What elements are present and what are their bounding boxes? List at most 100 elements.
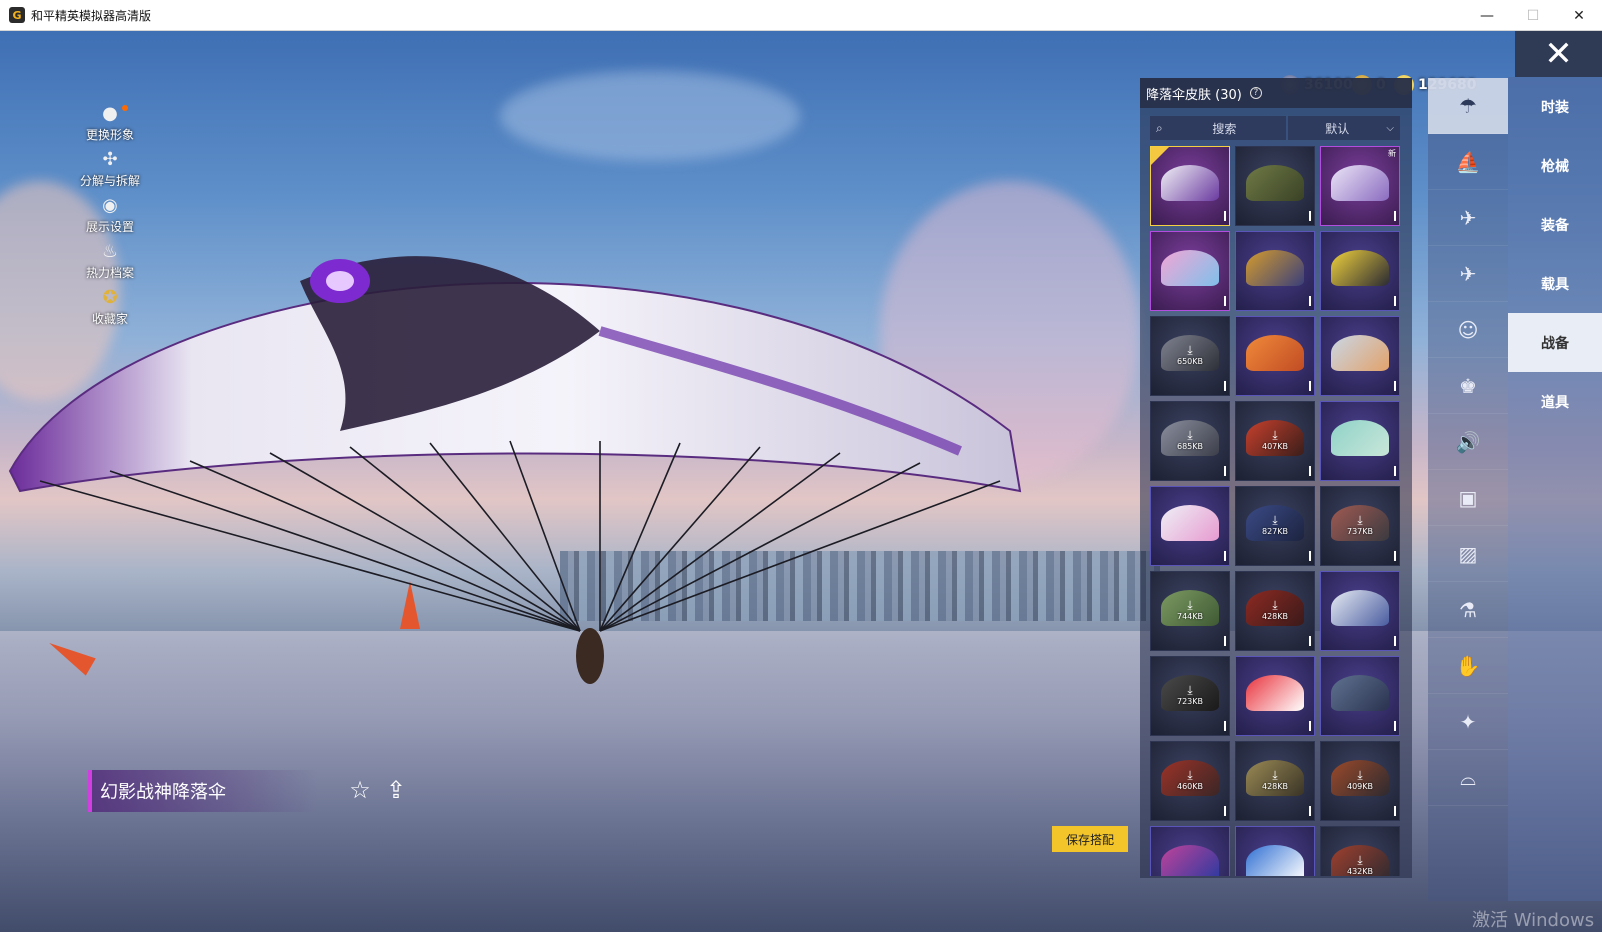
skin-tile[interactable] — [1150, 486, 1230, 566]
panel-header: 降落伞皮肤 (30) ? — [1140, 78, 1412, 108]
picture-icon[interactable]: ▨ — [1428, 526, 1508, 582]
tile-marker — [1309, 636, 1311, 646]
skin-tile[interactable]: ⤓ 409KB — [1320, 741, 1400, 821]
parachute-thumbnail — [1246, 250, 1304, 286]
download-size: 460KB — [1176, 782, 1203, 791]
tile-marker — [1394, 551, 1396, 561]
skin-tile[interactable] — [1235, 316, 1315, 396]
help-icon[interactable]: ? — [1249, 87, 1262, 99]
hat-icon[interactable]: ⌓ — [1428, 750, 1508, 806]
skin-tile[interactable] — [1320, 571, 1400, 651]
collector-badge-icon: ✪ — [102, 286, 118, 308]
download-icon: ⤓ — [1187, 768, 1193, 782]
favorite-star-icon[interactable]: ☆ — [346, 776, 374, 804]
menu-collector[interactable]: ✪ 收藏家 — [70, 285, 150, 331]
skin-tile[interactable]: ⤓ 685KB — [1150, 401, 1230, 481]
skin-tile[interactable] — [1320, 316, 1400, 396]
parachute-thumbnail — [1246, 165, 1304, 201]
parachute-thumbnail — [1331, 165, 1389, 201]
skin-tile[interactable] — [1235, 231, 1315, 311]
parachute-thumbnail — [1331, 250, 1389, 286]
skin-tile[interactable]: 新 — [1320, 146, 1400, 226]
window-controls: — ☐ ✕ — [1464, 0, 1602, 31]
parachute-thumbnail — [1161, 250, 1219, 286]
tile-marker — [1394, 466, 1396, 476]
parachute-thumbnail — [1246, 845, 1304, 876]
avatar-icon: ● — [102, 102, 118, 124]
parachute-thumbnail — [1331, 420, 1389, 456]
maximize-button[interactable]: ☐ — [1510, 0, 1556, 31]
search-label: 搜索 — [1212, 121, 1237, 136]
skin-tile[interactable] — [1150, 146, 1230, 226]
tile-marker — [1224, 551, 1226, 561]
download-size: 432KB — [1346, 867, 1373, 876]
skin-tile[interactable] — [1320, 656, 1400, 736]
skin-tile[interactable] — [1235, 826, 1315, 876]
panel-title: 降落伞皮肤 (30) — [1146, 87, 1242, 103]
emote-icon[interactable]: ☺ — [1428, 302, 1508, 358]
parachute-thumbnail — [1161, 845, 1219, 876]
tile-marker — [1309, 211, 1311, 221]
menu-change-avatar[interactable]: ● 更换形象 — [70, 101, 150, 147]
download-icon: ⤓ — [1272, 513, 1278, 527]
companion-icon[interactable]: ♚ — [1428, 358, 1508, 414]
tab-2[interactable]: 装备 — [1508, 195, 1602, 254]
voice-icon[interactable]: 🔊 — [1428, 414, 1508, 470]
download-size: 428KB — [1261, 612, 1288, 621]
parachute-thumbnail — [1331, 590, 1389, 626]
close-window-button[interactable]: ✕ — [1556, 0, 1602, 31]
spray-icon[interactable]: ⚗ — [1428, 582, 1508, 638]
menu-decompose[interactable]: ✣ 分解与拆解 — [70, 147, 150, 193]
boat-icon[interactable]: ⛵ — [1428, 134, 1508, 190]
tab-5[interactable]: 道具 — [1508, 372, 1602, 431]
skin-tile[interactable]: ⤓ 460KB — [1150, 741, 1230, 821]
tab-0[interactable]: 时装 — [1508, 77, 1602, 136]
minimize-button[interactable]: — — [1464, 0, 1510, 31]
skin-tile[interactable]: ⤓ 428KB — [1235, 571, 1315, 651]
download-size: 744KB — [1176, 612, 1203, 621]
skin-tile[interactable]: ⤓ 650KB — [1150, 316, 1230, 396]
skin-tile[interactable] — [1235, 656, 1315, 736]
download-size: 428KB — [1261, 782, 1288, 791]
gamepad-icon[interactable]: ▣ — [1428, 470, 1508, 526]
skin-tile[interactable] — [1235, 146, 1315, 226]
download-icon: ⤓ — [1187, 683, 1193, 697]
tab-1[interactable]: 枪械 — [1508, 136, 1602, 195]
skin-tile[interactable] — [1150, 826, 1230, 876]
skin-tile[interactable] — [1320, 401, 1400, 481]
skin-tile[interactable]: ⤓ 744KB — [1150, 571, 1230, 651]
skin-tile[interactable]: ⤓ 827KB — [1235, 486, 1315, 566]
menu-heat-archive[interactable]: ♨ 热力档案 — [70, 239, 150, 285]
tile-marker — [1394, 806, 1396, 816]
skin-tile[interactable]: ⤓ 737KB — [1320, 486, 1400, 566]
share-icon[interactable]: ⇪ — [382, 776, 410, 804]
parachute-icon[interactable]: ☂ — [1428, 78, 1508, 134]
tile-marker — [1224, 806, 1226, 816]
sort-dropdown[interactable]: 默认 ⌵ — [1288, 116, 1400, 140]
drone-icon[interactable]: ✈ — [1428, 190, 1508, 246]
menu-label: 分解与拆解 — [79, 174, 140, 188]
menu-label: 收藏家 — [91, 312, 128, 326]
tab-4[interactable]: 战备 — [1508, 313, 1602, 372]
tile-marker — [1224, 636, 1226, 646]
skin-tile[interactable] — [1320, 231, 1400, 311]
tile-marker — [1224, 381, 1226, 391]
airplane-icon[interactable]: ✈ — [1428, 246, 1508, 302]
save-outfit-button[interactable]: 保存搭配 — [1052, 826, 1128, 852]
skin-tile[interactable]: ⤓ 723KB — [1150, 656, 1230, 736]
hand-gesture-icon[interactable]: ✋ — [1428, 638, 1508, 694]
skin-tile[interactable]: ⤓ 407KB — [1235, 401, 1315, 481]
search-input[interactable]: ⌕ 搜索 — [1150, 116, 1286, 140]
magic-wand-icon[interactable]: ✦ — [1428, 694, 1508, 750]
download-size: 650KB — [1176, 357, 1203, 366]
skin-tile[interactable]: ⤓ 428KB — [1235, 741, 1315, 821]
skin-tile[interactable] — [1150, 231, 1230, 311]
puzzle-icon: ✣ — [102, 148, 118, 170]
skin-tile[interactable]: ⤓ 432KB — [1320, 826, 1400, 876]
menu-display-settings[interactable]: ◉ 展示设置 — [70, 193, 150, 239]
main-tabs: 时装 枪械 装备 载具 战备 道具 — [1508, 77, 1602, 901]
title-bar: G 和平精英模拟器高清版 — ☐ ✕ — [0, 0, 1602, 31]
new-badge: 新 — [1388, 149, 1396, 158]
tab-3[interactable]: 载具 — [1508, 254, 1602, 313]
close-panel-button[interactable]: ✕ — [1515, 31, 1602, 77]
